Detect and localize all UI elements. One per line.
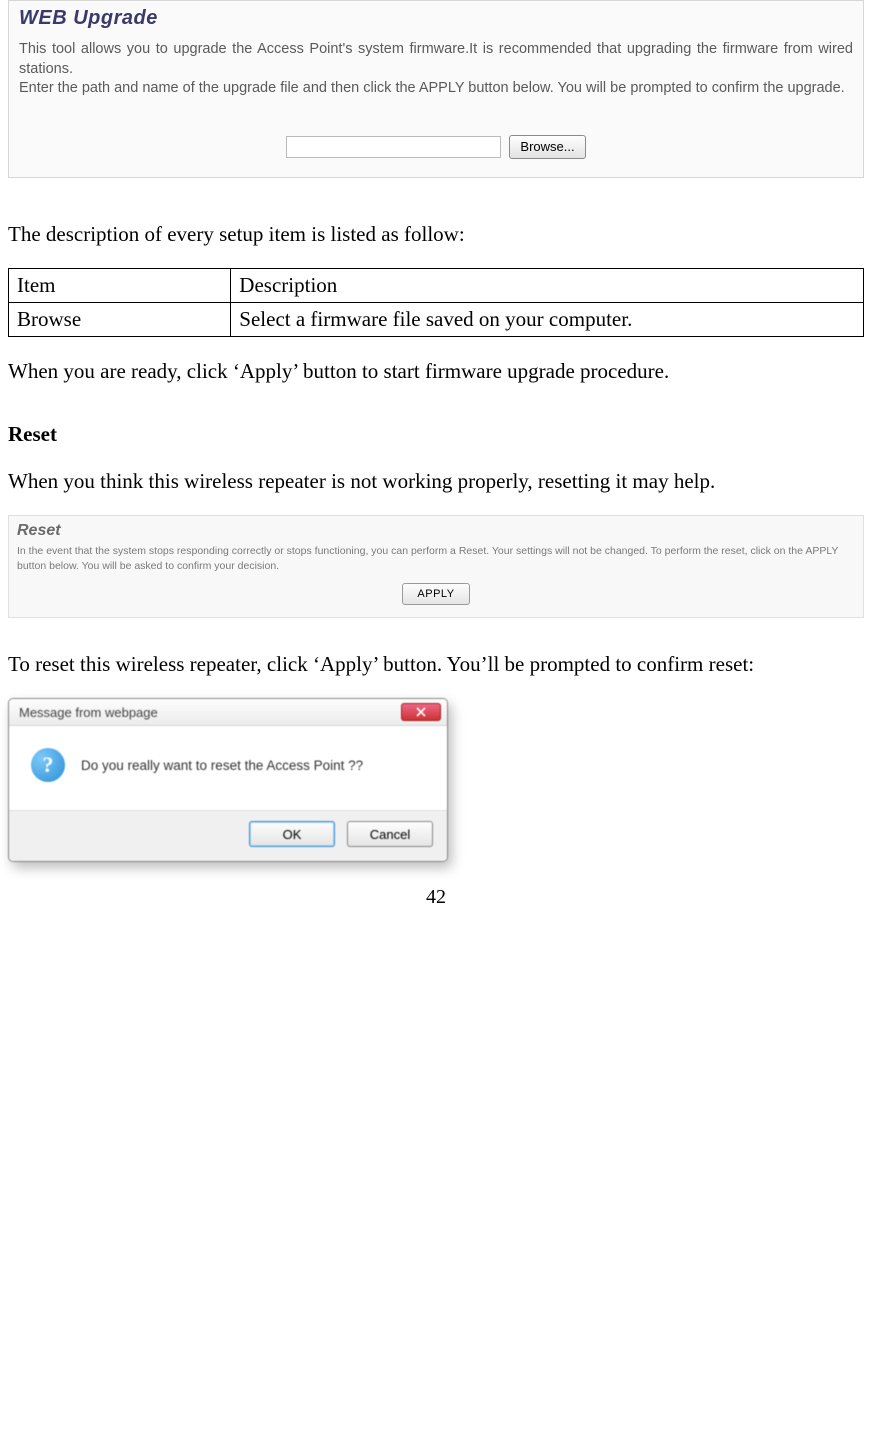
- reset-apply-row: APPLY: [17, 583, 855, 605]
- description-table: Item Description Browse Select a firmwar…: [8, 268, 864, 337]
- reset-intro-text: When you think this wireless repeater is…: [8, 465, 864, 498]
- browse-button[interactable]: Browse...: [509, 135, 585, 159]
- ok-button[interactable]: OK: [249, 821, 335, 847]
- reset-panel: Reset In the event that the system stops…: [8, 515, 864, 617]
- web-upgrade-title: WEB Upgrade: [19, 7, 853, 30]
- reset-confirm-text: To reset this wireless repeater, click ‘…: [8, 648, 864, 681]
- close-button[interactable]: [401, 703, 441, 721]
- dialog-message: Do you really want to reset the Access P…: [81, 758, 363, 773]
- table-cell-desc: Select a firmware file saved on your com…: [231, 303, 864, 337]
- apply-instruction-text: When you are ready, click ‘Apply’ button…: [8, 355, 864, 388]
- reset-panel-title: Reset: [17, 522, 855, 540]
- dialog-title: Message from webpage: [19, 705, 158, 720]
- web-upgrade-panel: WEB Upgrade This tool allows you to upgr…: [8, 0, 864, 178]
- confirm-dialog: Message from webpage ? Do you really wan…: [8, 698, 448, 862]
- reset-heading: Reset: [8, 422, 864, 447]
- dialog-footer: OK Cancel: [9, 810, 447, 861]
- file-path-input[interactable]: [286, 136, 501, 158]
- web-upgrade-description: This tool allows you to upgrade the Acce…: [19, 40, 853, 99]
- reset-panel-description: In the event that the system stops respo…: [17, 544, 855, 572]
- table-header-row: Item Description: [9, 269, 864, 303]
- dialog-titlebar: Message from webpage: [9, 699, 447, 726]
- table-header-item: Item: [9, 269, 231, 303]
- table-row: Browse Select a firmware file saved on y…: [9, 303, 864, 337]
- dialog-body: ? Do you really want to reset the Access…: [9, 726, 447, 810]
- cancel-button[interactable]: Cancel: [347, 821, 433, 847]
- file-select-row: Browse...: [19, 135, 853, 159]
- intro-text: The description of every setup item is l…: [8, 218, 864, 251]
- close-icon: [416, 705, 426, 720]
- page-number: 42: [8, 886, 864, 909]
- table-cell-item: Browse: [9, 303, 231, 337]
- table-header-description: Description: [231, 269, 864, 303]
- question-icon: ?: [31, 748, 65, 782]
- apply-button[interactable]: APPLY: [402, 583, 469, 605]
